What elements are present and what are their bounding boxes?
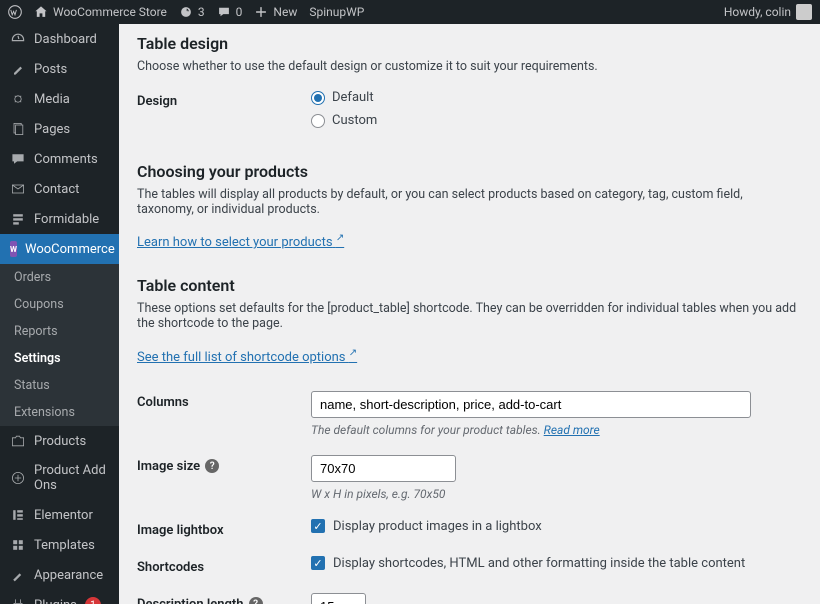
avatar-icon [796, 4, 812, 20]
design-custom-radio[interactable]: Custom [311, 113, 802, 128]
table-content-desc: These options set defaults for the [prod… [137, 301, 802, 331]
admin-sidebar: Dashboard Posts Media Pages Comments Con… [0, 24, 119, 604]
external-icon: ↗ [336, 233, 344, 244]
user-greeting[interactable]: Howdy, colin [724, 4, 812, 20]
sidebar-item-posts[interactable]: Posts [0, 54, 119, 84]
checkbox-checked-icon [311, 519, 325, 533]
sub-orders[interactable]: Orders [0, 264, 119, 291]
table-design-heading: Table design [137, 34, 802, 53]
sidebar-item-dashboard[interactable]: Dashboard [0, 24, 119, 54]
imagesize-help: W x H in pixels, e.g. 70x50 [311, 487, 802, 501]
sidebar-item-appearance[interactable]: Appearance [0, 560, 119, 590]
table-design-desc: Choose whether to use the default design… [137, 59, 802, 74]
columns-help: The default columns for your product tab… [311, 423, 802, 437]
design-default-radio[interactable]: Default [311, 90, 802, 105]
imagesize-label: Image size? [137, 455, 311, 474]
sidebar-item-pages[interactable]: Pages [0, 114, 119, 144]
comments-count[interactable]: 0 [217, 5, 243, 19]
columns-readmore-link[interactable]: Read more [544, 423, 600, 437]
shortcode-options-link[interactable]: See the full list of shortcode options ↗ [137, 350, 357, 365]
woo-submenu: Orders Coupons Reports Settings Status E… [0, 264, 119, 426]
lightbox-label: Image lightbox [137, 519, 311, 538]
sidebar-item-addons[interactable]: Product Add Ons [0, 456, 119, 500]
sidebar-item-woocommerce[interactable]: WWooCommerce [0, 234, 119, 264]
shortcodes-checkbox[interactable]: Display shortcodes, HTML and other forma… [311, 556, 802, 571]
radio-checked-icon [311, 91, 325, 105]
admin-bar: WooCommerce Store 3 0 New SpinupWP Howdy… [0, 0, 820, 24]
columns-input[interactable] [311, 391, 751, 418]
plugin-update-badge: 1 [85, 597, 101, 604]
sidebar-item-media[interactable]: Media [0, 84, 119, 114]
learn-select-products-link[interactable]: Learn how to select your products ↗ [137, 235, 344, 250]
columns-label: Columns [137, 391, 311, 410]
checkbox-checked-icon [311, 556, 325, 570]
help-tip-icon[interactable]: ? [249, 597, 263, 604]
external-icon: ↗ [349, 347, 357, 358]
sub-status[interactable]: Status [0, 372, 119, 399]
sidebar-item-formidable[interactable]: Formidable [0, 204, 119, 234]
sidebar-item-plugins[interactable]: Plugins1 [0, 590, 119, 604]
woo-icon: W [10, 241, 17, 257]
imagesize-input[interactable] [311, 455, 456, 482]
choosing-products-desc: The tables will display all products by … [137, 187, 802, 217]
spinupwp-link[interactable]: SpinupWP [309, 5, 364, 19]
table-content-heading: Table content [137, 276, 802, 295]
sidebar-item-comments[interactable]: Comments [0, 144, 119, 174]
sub-coupons[interactable]: Coupons [0, 291, 119, 318]
wp-logo[interactable] [8, 5, 22, 19]
desclen-label: Description length? [137, 593, 311, 604]
sidebar-item-products[interactable]: Products [0, 426, 119, 456]
new-content[interactable]: New [254, 5, 297, 19]
design-label: Design [137, 90, 311, 109]
desclen-input[interactable] [311, 593, 366, 604]
shortcodes-label: Shortcodes [137, 556, 311, 575]
sub-reports[interactable]: Reports [0, 318, 119, 345]
settings-content: Table design Choose whether to use the d… [119, 24, 820, 604]
sidebar-item-contact[interactable]: Contact [0, 174, 119, 204]
sidebar-item-elementor[interactable]: Elementor [0, 500, 119, 530]
sidebar-item-templates[interactable]: Templates [0, 530, 119, 560]
lightbox-checkbox[interactable]: Display product images in a lightbox [311, 519, 802, 534]
help-tip-icon[interactable]: ? [205, 459, 219, 473]
radio-unchecked-icon [311, 114, 325, 128]
choosing-products-heading: Choosing your products [137, 162, 802, 181]
updates[interactable]: 3 [179, 5, 205, 19]
sub-settings[interactable]: Settings [0, 345, 119, 372]
site-name[interactable]: WooCommerce Store [34, 5, 167, 19]
sub-extensions[interactable]: Extensions [0, 399, 119, 426]
